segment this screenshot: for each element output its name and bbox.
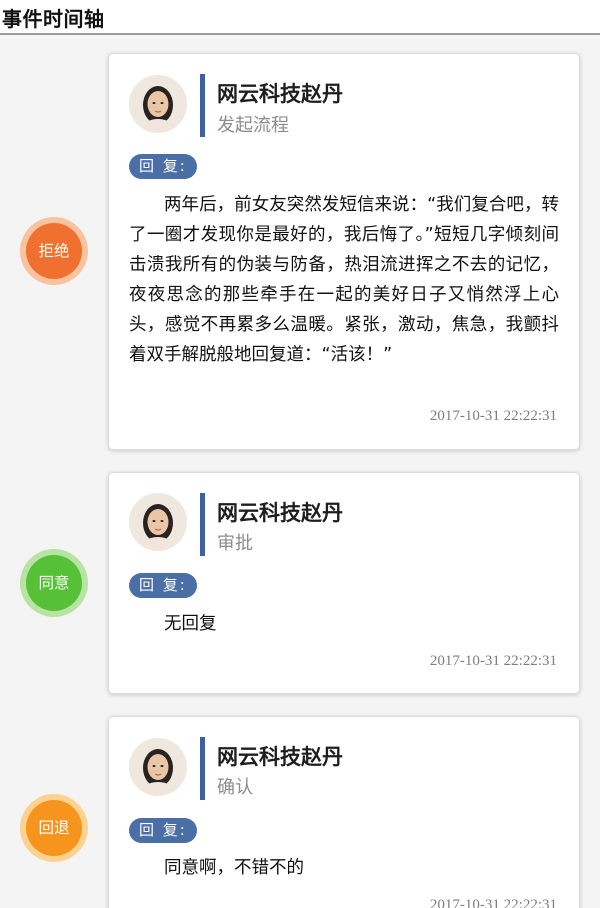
status-label: 回退 [26, 800, 82, 856]
timeline-page: 事件时间轴 拒绝 网云科技赵丹 发起流程 回 复: 两年后，前女友突然发短信来说… [0, 0, 600, 908]
reply-tag: 回 复: [129, 154, 197, 179]
timestamp: 2017-10-31 22:22:31 [429, 897, 557, 908]
timeline-card: 网云科技赵丹 发起流程 回 复: 两年后，前女友突然发短信来说：“我们复合吧，转… [108, 53, 580, 450]
status-badge-reject: 拒绝 [20, 217, 88, 285]
header-bar: 事件时间轴 [0, 0, 600, 35]
avatar-image-icon [129, 493, 187, 551]
action-label: 审批 [217, 533, 253, 554]
status-label: 同意 [26, 555, 82, 611]
author-name: 网云科技赵丹 [217, 501, 343, 525]
avatar [129, 738, 187, 796]
status-badge-return: 回退 [20, 794, 88, 862]
reply-text: 无回复 [164, 614, 217, 634]
status-label: 拒绝 [26, 223, 82, 279]
timeline-card: 网云科技赵丹 确认 回 复: 同意啊，不错不的 2017-10-31 22:22… [108, 716, 580, 908]
accent-bar [200, 737, 205, 800]
action-label: 发起流程 [217, 115, 289, 136]
author-name: 网云科技赵丹 [217, 745, 343, 769]
accent-bar [200, 74, 205, 137]
avatar [129, 75, 187, 133]
timestamp: 2017-10-31 22:22:31 [429, 408, 557, 424]
accent-bar [200, 493, 205, 556]
status-badge-agree: 同意 [20, 549, 88, 617]
reply-tag: 回 复: [129, 818, 197, 843]
avatar-image-icon [129, 738, 187, 796]
reply-tag: 回 复: [129, 573, 197, 598]
timeline-card: 网云科技赵丹 审批 回 复: 无回复 2017-10-31 22:22:31 [108, 472, 580, 694]
timestamp: 2017-10-31 22:22:31 [429, 653, 557, 669]
reply-text: 同意啊，不错不的 [164, 858, 304, 878]
action-label: 确认 [217, 777, 253, 798]
avatar-image-icon [129, 75, 187, 133]
page-title: 事件时间轴 [2, 7, 105, 31]
reply-text: 两年后，前女友突然发短信来说：“我们复合吧，转了一圈才发现你是最好的，我后悔了。… [129, 195, 559, 365]
author-name: 网云科技赵丹 [217, 82, 343, 106]
avatar [129, 493, 187, 551]
